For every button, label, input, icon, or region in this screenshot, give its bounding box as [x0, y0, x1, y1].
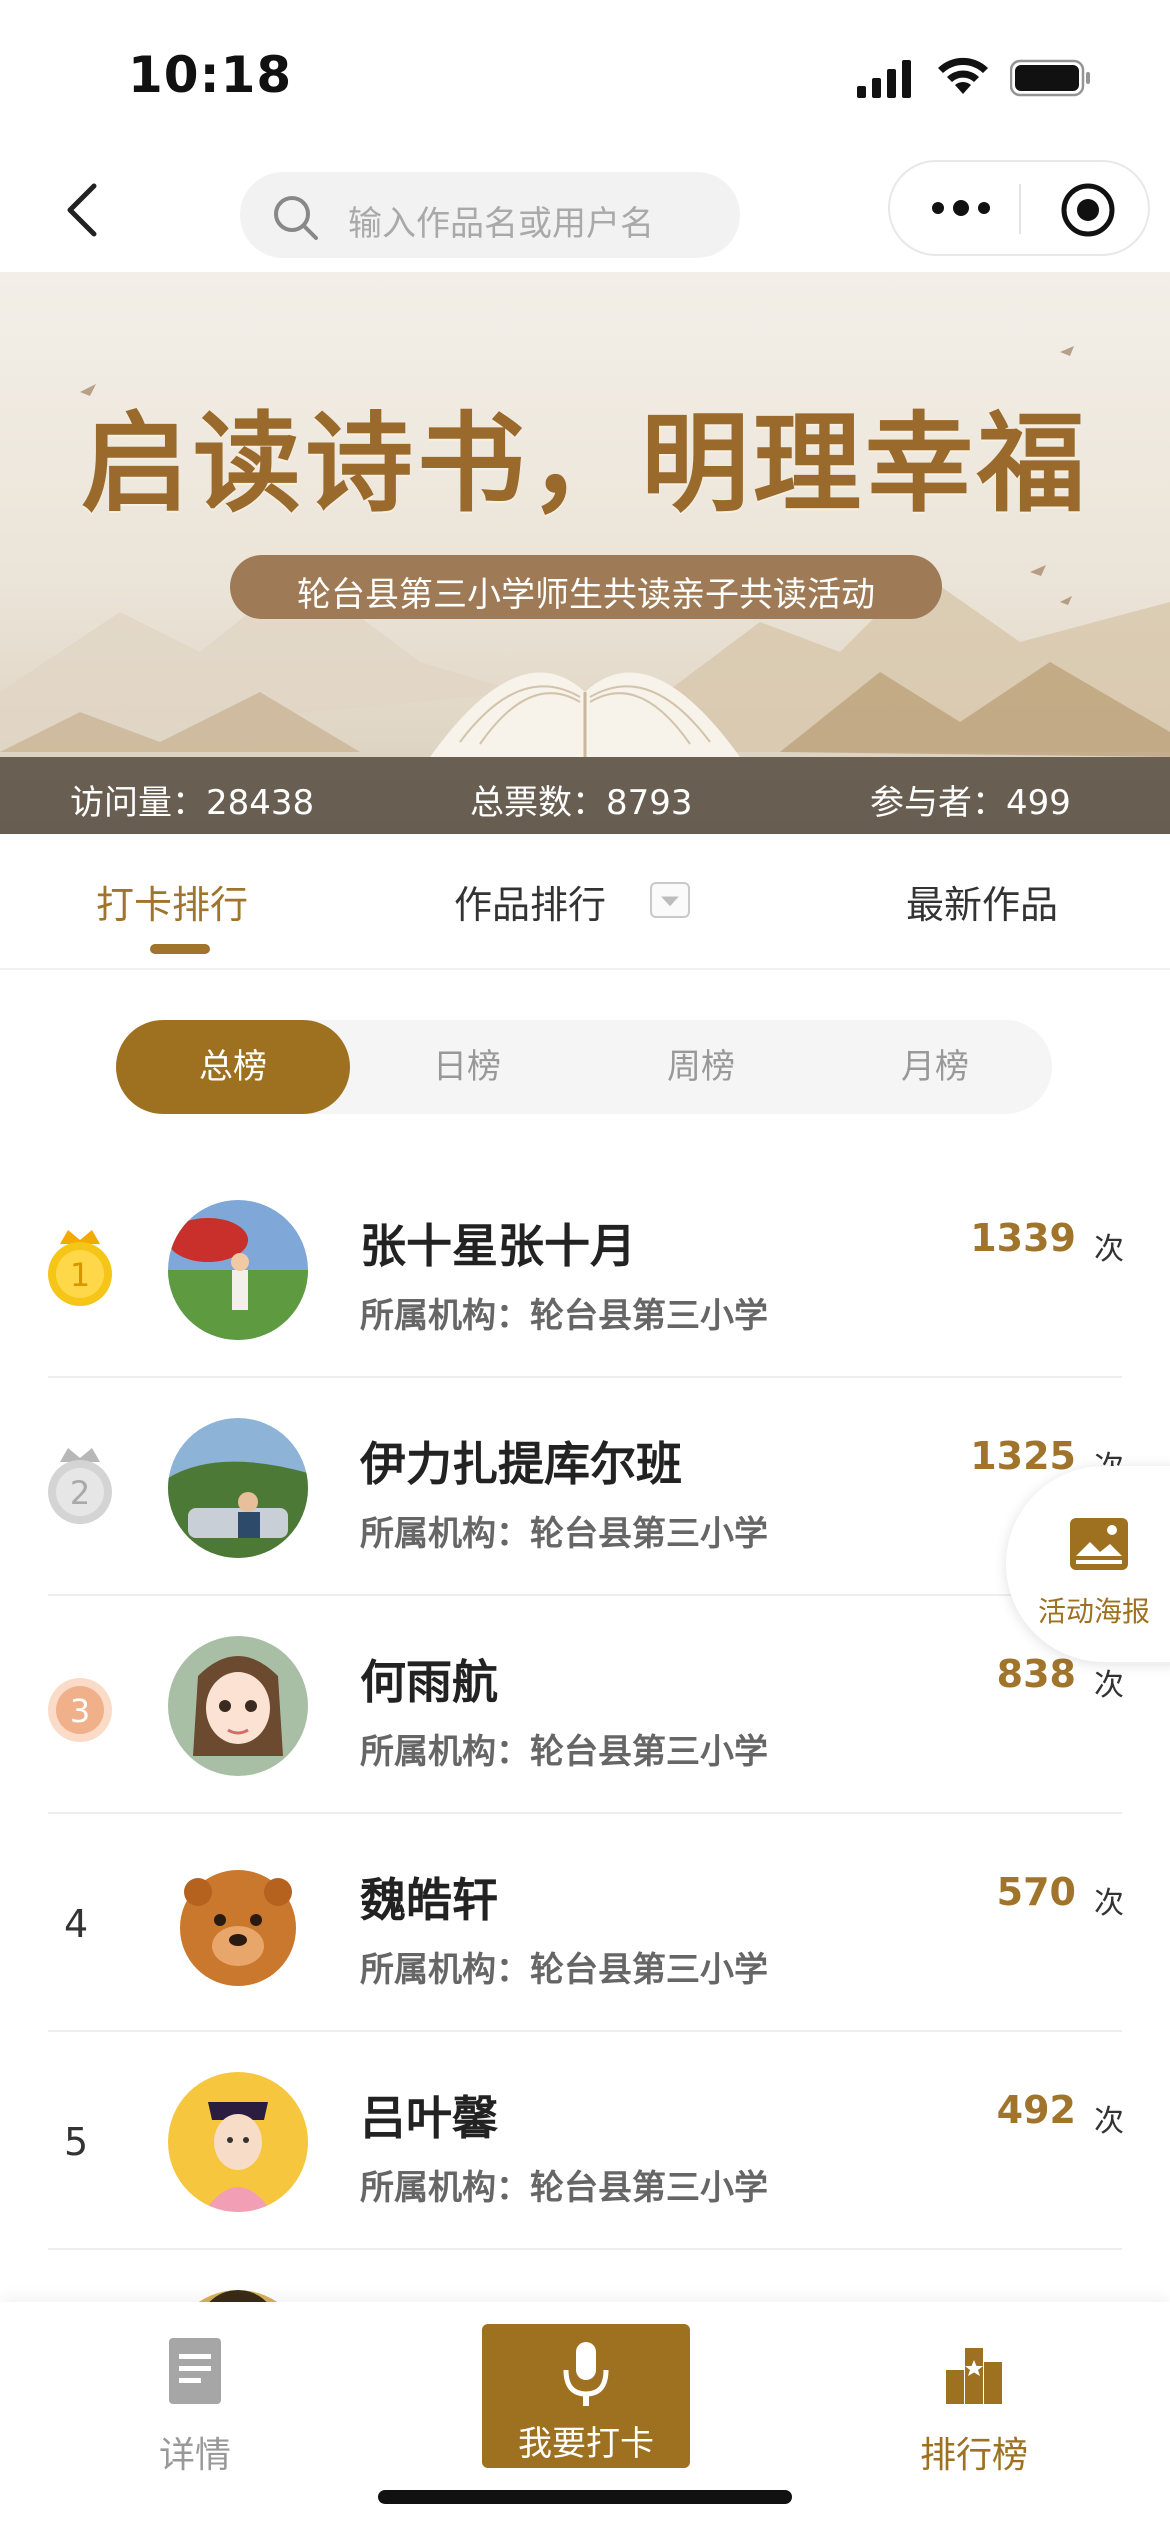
stat-visits: 访问量：28438 — [70, 783, 315, 823]
bottom-tab-detail-label: 详情 — [158, 2435, 231, 2476]
user-name: 张十星张十月 — [360, 1219, 636, 1273]
home-indicator — [378, 2490, 792, 2504]
avatar — [168, 1200, 308, 1340]
avatar — [168, 1854, 308, 1994]
tab-works-ranking[interactable]: 作品排行 — [454, 874, 606, 929]
checkin-count: 1339 — [970, 1216, 1076, 1260]
checkin-count: 1325 — [970, 1434, 1076, 1478]
miniprogram-capsule — [888, 160, 1150, 256]
ranking-row[interactable]: 3 何雨航 所属机构：轮台县第三小学 838 次 — [0, 1596, 1170, 1814]
poster-image-icon — [1070, 1518, 1128, 1570]
bottom-tab-ranking-label: 排行榜 — [919, 2435, 1028, 2476]
avatar — [168, 1636, 308, 1776]
svg-text:3: 3 — [70, 1692, 90, 1730]
battery-icon — [1010, 59, 1090, 97]
banner-landscape-illustration — [0, 346, 1170, 757]
banner-subtitle-pill: 轮台县第三小学师生共读亲子共读活动 — [230, 555, 942, 619]
user-org: 所属机构：轮台县第三小学 — [360, 2168, 768, 2208]
checkin-count: 570 — [996, 1870, 1076, 1914]
rank-number: 5 — [64, 2120, 89, 2164]
wifi-icon — [938, 57, 988, 94]
ranking-row[interactable]: 2 伊力扎提库尔班 所属机构：轮台县第三小学 1325 次 — [0, 1378, 1170, 1596]
count-unit: 次 — [1094, 1886, 1124, 1921]
user-name: 魏皓轩 — [360, 1873, 498, 1927]
count-unit: 次 — [1094, 1668, 1124, 1703]
user-org: 所属机构：轮台县第三小学 — [360, 1950, 768, 1990]
banner-title: 启读诗书，明理幸福 — [80, 401, 1089, 527]
segment-total[interactable]: 总榜 — [116, 1020, 350, 1114]
user-name: 吕叶馨 — [360, 2091, 498, 2145]
user-name: 伊力扎提库尔班 — [360, 1437, 682, 1491]
rank-number: 4 — [64, 1902, 89, 1946]
stat-votes: 总票数：8793 — [470, 783, 693, 823]
close-miniprogram-icon[interactable] — [1058, 180, 1118, 240]
user-name: 何雨航 — [360, 1655, 498, 1709]
checkin-count: 492 — [996, 2088, 1076, 2132]
ranking-tabs: 打卡排行 作品排行 最新作品 — [0, 834, 1170, 970]
poster-button-label: 活动海报 — [1038, 1595, 1151, 1628]
nav-bar: 输入作品名或用户名 — [0, 150, 1170, 270]
banner-subtitle: 轮台县第三小学师生共读亲子共读活动 — [297, 575, 875, 615]
bottom-tab-ranking[interactable]: 排行榜 — [864, 2326, 1084, 2476]
stats-bar: 访问量：28438 总票数：8793 参与者：499 — [0, 757, 1170, 834]
dropdown-icon[interactable] — [650, 882, 690, 918]
segment-week[interactable]: 周榜 — [584, 1020, 818, 1114]
cellular-signal-icon — [857, 60, 911, 98]
search-bar[interactable]: 输入作品名或用户名 — [240, 172, 740, 258]
search-placeholder: 输入作品名或用户名 — [348, 204, 654, 244]
tab-latest-works[interactable]: 最新作品 — [906, 874, 1058, 929]
search-icon — [274, 196, 318, 240]
back-icon[interactable] — [58, 180, 108, 240]
page: 10:18 输入作品名或用户名 启读诗书，明理幸福 轮台县第三小学师生共读亲子共… — [0, 0, 1170, 2532]
silver-medal-icon: 2 — [48, 1448, 112, 1524]
capsule-divider — [1019, 184, 1021, 234]
user-org: 所属机构：轮台县第三小学 — [360, 1514, 768, 1554]
document-icon — [169, 2338, 221, 2404]
user-org: 所属机构：轮台县第三小学 — [360, 1732, 768, 1772]
activity-banner: 启读诗书，明理幸福 轮台县第三小学师生共读亲子共读活动 访问量：28438 总票… — [0, 272, 1170, 834]
count-unit: 次 — [1094, 2104, 1124, 2139]
ranking-row[interactable]: 4 魏皓轩 所属机构：轮台县第三小学 570 次 — [0, 1814, 1170, 2032]
ranking-row[interactable]: 5 吕叶馨 所属机构：轮台县第三小学 492 次 — [0, 2032, 1170, 2250]
segment-day[interactable]: 日榜 — [350, 1020, 584, 1114]
tab-active-indicator — [150, 944, 210, 954]
ranking-row[interactable]: 1 张十星张十月 所属机构：轮台县第三小学 1339 次 — [0, 1160, 1170, 1378]
user-org: 所属机构：轮台县第三小学 — [360, 1296, 768, 1336]
tab-checkin-ranking[interactable]: 打卡排行 — [96, 874, 248, 929]
bottom-tab-detail[interactable]: 详情 — [85, 2326, 305, 2476]
leaderboard-icon — [946, 2348, 1002, 2404]
stat-participants: 参与者：499 — [870, 783, 1071, 823]
avatar — [168, 2072, 308, 2212]
gold-medal-icon: 1 — [48, 1230, 112, 1306]
status-time: 10:18 — [128, 46, 293, 104]
checkin-button[interactable]: 我要打卡 — [482, 2324, 690, 2468]
count-unit: 次 — [1094, 1232, 1124, 1267]
segment-month[interactable]: 月榜 — [818, 1020, 1052, 1114]
svg-text:2: 2 — [70, 1474, 90, 1512]
avatar — [168, 1418, 308, 1558]
status-bar: 10:18 — [0, 0, 1170, 150]
svg-text:1: 1 — [70, 1256, 90, 1294]
checkin-button-label: 我要打卡 — [518, 2424, 654, 2464]
bronze-medal-icon: 3 — [48, 1678, 112, 1742]
microphone-icon — [563, 2342, 609, 2406]
checkin-count: 838 — [996, 1652, 1076, 1696]
more-icon[interactable] — [926, 190, 996, 226]
period-segment: 总榜 日榜 周榜 月榜 — [116, 1020, 1052, 1114]
